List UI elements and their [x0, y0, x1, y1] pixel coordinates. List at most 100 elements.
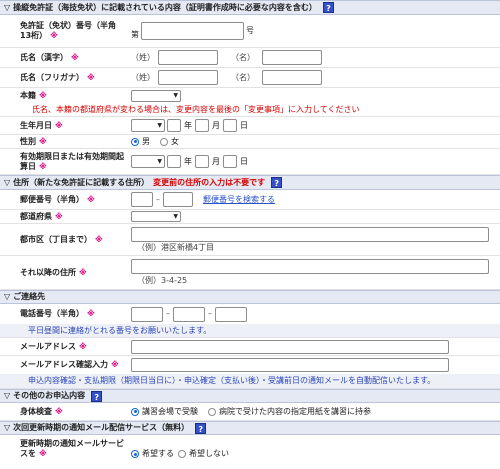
given-name-kana-input[interactable]: [262, 70, 322, 85]
section-title: その他のお申込内容: [13, 391, 86, 400]
name-kanji-row: 氏名（漢字） ※ （姓） （名）: [0, 48, 500, 68]
physical-exam-label: 身体検査: [20, 406, 52, 416]
name-kanji-label: 氏名（漢字）: [20, 52, 68, 62]
phone-label: 電話番号（半角）: [20, 309, 84, 318]
exam-venue-label: 講習会場で受験: [142, 406, 198, 416]
radio-checked-icon: [131, 407, 139, 416]
name-kana-label: 氏名（フリガナ）: [20, 72, 84, 82]
chevron-down-icon: ▼: [173, 91, 178, 99]
family-name-label: （姓）: [131, 52, 155, 62]
radio-checked-icon: [131, 450, 139, 458]
dash: –: [156, 194, 160, 204]
city-example: （例）港区新橋4丁目: [137, 242, 215, 252]
section-title: 住所（新たな免許証に記載する住所）: [13, 177, 150, 187]
dash: –: [208, 309, 212, 318]
family-name-label: （姓）: [131, 72, 155, 82]
email-note: 申込内容確認・支払期限（期限日当日に）・申込確定（支払い後）・受講前日の通知メー…: [0, 374, 500, 389]
exam-venue-radio[interactable]: 講習会場で受験: [131, 407, 198, 417]
birth-day-input[interactable]: [223, 119, 237, 132]
collapse-triangle-icon: ▽: [4, 292, 11, 301]
collapse-triangle-icon: ▽: [4, 177, 11, 187]
required-mark: ※: [55, 120, 63, 130]
email-row: メールアドレス ※: [0, 338, 500, 356]
required-mark: ※: [55, 211, 63, 221]
given-name-kanji-input[interactable]: [262, 50, 322, 65]
postal-search-link[interactable]: 郵便番号を検索する: [203, 195, 275, 205]
postal-code-2-input[interactable]: [163, 192, 193, 207]
required-mark: ※: [111, 360, 119, 369]
dash: –: [166, 309, 170, 318]
prefecture-select[interactable]: ▼: [131, 211, 181, 222]
radio-unchecked-icon: [208, 407, 216, 416]
gender-row: 性別 ※ 男 女: [0, 135, 500, 149]
gender-female-radio[interactable]: 女: [160, 137, 179, 147]
month-unit: 月: [212, 156, 220, 166]
mail-service-yes-label: 希望する: [142, 449, 174, 458]
required-mark: ※: [50, 31, 58, 40]
radio-unchecked-icon: [178, 450, 186, 458]
honseki-select[interactable]: ▼: [131, 89, 181, 102]
license-section-header: ▽ 操縦免許証（海技免状）に記載されている内容（証明書作成時に必要な内容を含む）…: [0, 0, 500, 15]
section-title: 操縦免許証（海技免状）に記載されている内容（証明書作成時に必要な内容を含む）: [13, 2, 317, 12]
prefecture-label: 都道府県: [20, 211, 52, 221]
email-confirm-input[interactable]: [131, 358, 449, 372]
email-confirm-row: メールアドレス確認入力 ※: [0, 356, 500, 374]
family-name-kana-input[interactable]: [158, 70, 218, 85]
day-unit: 日: [240, 156, 248, 166]
honseki-note: 氏名、本籍の都道府県が変わる場合は、変更内容を最後の「変更事項」に入力してくださ…: [0, 103, 500, 117]
postal-row: 郵便番号（半角） ※ – 郵便番号を検索する: [0, 190, 500, 210]
era-select[interactable]: ▼: [131, 119, 165, 132]
birth-month-input[interactable]: [195, 119, 209, 132]
exam-hospital-radio[interactable]: 病院で受けた内容の指定用紙を講習に持参: [208, 407, 371, 417]
phone-note: 平日昼間に連絡がとれる番号をお願いいたします。: [0, 324, 500, 338]
license-number-row: 免許証（免状）番号（半角13桁） ※ 第 号: [0, 15, 500, 48]
phone-3-input[interactable]: [215, 306, 247, 322]
collapse-triangle-icon: ▽: [4, 391, 11, 400]
rest-address-input[interactable]: [131, 259, 489, 274]
physical-exam-row: 身体検査 ※ 講習会場で受験 病院で受けた内容の指定用紙を講習に持参: [0, 403, 500, 421]
email-input[interactable]: [131, 339, 449, 354]
help-icon[interactable]: ?: [271, 177, 283, 188]
city-input[interactable]: [131, 226, 489, 242]
expiry-label: 有効期限日または有効期間起算日: [20, 151, 124, 171]
expiry-year-input[interactable]: [167, 155, 181, 168]
contact-section-header: ▽ ご連絡先: [0, 290, 500, 304]
collapse-triangle-icon: ▽: [4, 2, 11, 12]
mail-service-yes-radio[interactable]: 希望する: [131, 449, 174, 459]
license-number-label: 免許証（免状）番号（半角13桁）: [20, 21, 116, 40]
help-icon[interactable]: ?: [322, 2, 334, 13]
gender-male-radio[interactable]: 男: [131, 137, 150, 147]
postal-label: 郵便番号（半角）: [20, 194, 84, 204]
help-icon[interactable]: ?: [195, 422, 207, 434]
mail-service-no-radio[interactable]: 希望しない: [178, 449, 229, 459]
number-prefix: 第: [131, 30, 139, 39]
postal-code-1-input[interactable]: [131, 192, 153, 207]
phone-1-input[interactable]: [131, 306, 163, 322]
required-mark: ※: [71, 52, 79, 62]
expiry-era-select[interactable]: ▼: [131, 155, 165, 168]
gender-female-label: 女: [171, 136, 179, 146]
year-unit: 年: [184, 156, 192, 166]
radio-unchecked-icon: [160, 137, 168, 146]
given-name-label: （名）: [231, 72, 255, 82]
phone-row: 電話番号（半角） ※ – –: [0, 304, 500, 324]
phone-2-input[interactable]: [173, 306, 205, 322]
required-mark: ※: [79, 267, 87, 277]
birth-year-input[interactable]: [167, 119, 181, 132]
required-mark: ※: [39, 90, 47, 100]
other-section-header: ▽ その他のお申込内容 ?: [0, 389, 500, 403]
gender-label: 性別: [20, 136, 36, 146]
required-mark: ※: [39, 136, 47, 146]
email-note-text: 申込内容確認・支払期限（期限日当日に）・申込確定（支払い後）・受講前日の通知メー…: [28, 376, 436, 385]
name-kana-row: 氏名（フリガナ） ※ （姓） （名）: [0, 68, 500, 88]
given-name-label: （名）: [231, 52, 255, 62]
address-section-header: ▽ 住所（新たな免許証に記載する住所） 変更前の住所の入力は不要です ?: [0, 175, 500, 190]
email-confirm-label: メールアドレス確認入力: [20, 360, 108, 369]
family-name-kanji-input[interactable]: [158, 50, 218, 65]
expiry-day-input[interactable]: [223, 155, 237, 168]
help-icon[interactable]: ?: [91, 390, 103, 402]
day-unit: 日: [240, 120, 248, 130]
expiry-month-input[interactable]: [195, 155, 209, 168]
license-number-input[interactable]: [141, 22, 244, 40]
section-title: 次回更新時期の通知メール配信サービス（無料）: [13, 423, 190, 432]
